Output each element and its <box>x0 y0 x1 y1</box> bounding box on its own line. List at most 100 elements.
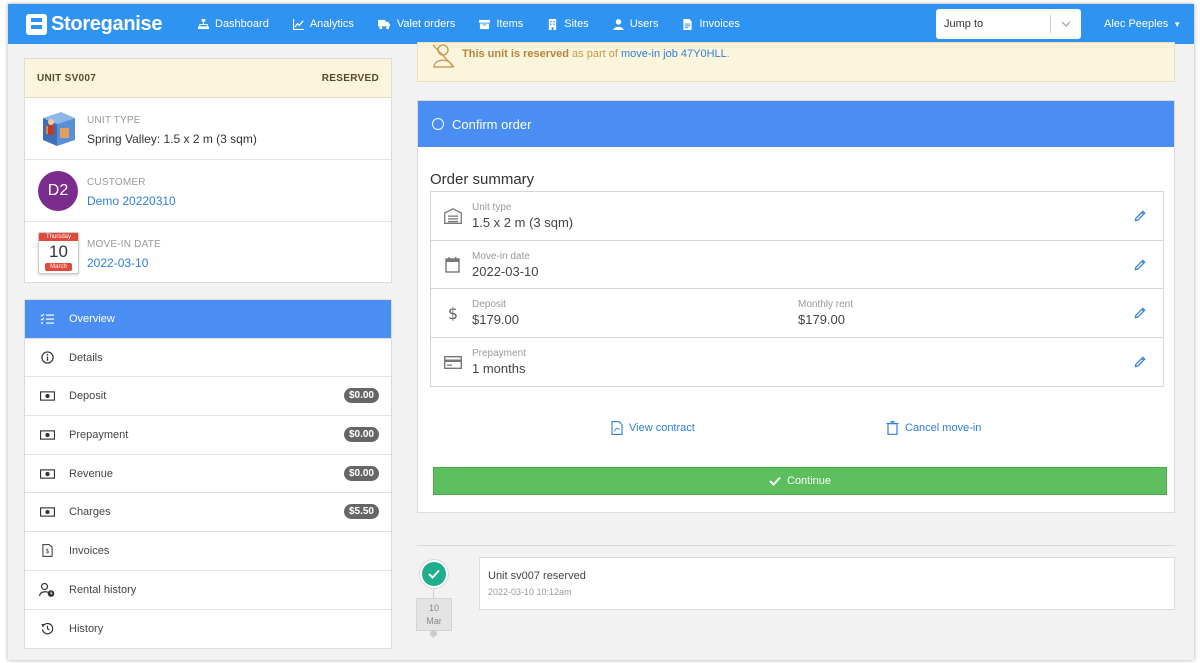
menu-item-overview[interactable]: Overview <box>25 300 391 339</box>
cancel-movein-link[interactable]: Cancel move-in <box>886 421 981 435</box>
summary-label: Deposit <box>472 299 506 310</box>
jump-to-select[interactable]: Jump to <box>936 9 1081 39</box>
notice-bold: This unit is reserved <box>462 48 569 60</box>
timeline-end-dot <box>430 630 437 637</box>
notice-end: . <box>726 48 730 60</box>
menu-item-label: Prepayment <box>69 428 129 441</box>
menu-item-label: Rental history <box>69 583 137 596</box>
nav-item-sites[interactable]: Sites <box>547 4 589 44</box>
continue-button[interactable]: Continue <box>433 467 1167 495</box>
nav-menu: Dashboard Analytics Valet orders Items S… <box>198 4 764 44</box>
timeline-date-month: Mar <box>426 616 442 626</box>
timeline-divider <box>417 545 1175 546</box>
confirm-order-header[interactable]: Confirm order <box>418 101 1174 147</box>
nav-item-label: Items <box>496 18 524 30</box>
menu-item-label: Details <box>69 351 103 364</box>
movein-job-link[interactable]: move-in job 47Y0HLL <box>621 48 727 60</box>
customer-row: D2 CUSTOMER Demo 20220310 <box>25 160 391 222</box>
dollar-icon: $ <box>448 305 458 321</box>
nav-item-dashboard[interactable]: Dashboard <box>198 4 269 44</box>
calendar-month: March <box>45 263 72 271</box>
app-frame: Storeganise Dashboard Analytics Valet or… <box>8 4 1194 660</box>
amount-badge: $0.00 <box>343 465 379 481</box>
summary-value: 2022-03-10 <box>472 263 539 279</box>
timeline-date-day: 10 <box>428 603 439 613</box>
nav-item-label: Users <box>629 18 659 30</box>
nav-item-label: Dashboard <box>215 18 269 30</box>
user-name: Alec Peeples <box>1104 18 1169 30</box>
summary-row-unit-type: Unit type 1.5 x 2 m (3 sqm) <box>431 192 1163 241</box>
nav-item-users[interactable]: Users <box>613 4 659 44</box>
menu-item-label: Overview <box>69 312 115 325</box>
nav-item-valet-orders[interactable]: Valet orders <box>377 4 455 44</box>
summary-row-deposit: $ Deposit $179.00 Monthly rent $179.00 <box>431 289 1163 338</box>
sitemap-icon <box>198 18 209 29</box>
menu-item-label: Invoices <box>69 544 110 557</box>
svg-text:$: $ <box>45 548 49 556</box>
info-circle-icon <box>39 351 55 365</box>
notice-middle: as part of <box>568 48 621 60</box>
nav-item-items[interactable]: Items <box>479 4 523 44</box>
user-menu[interactable]: Alec Peeples ▼ <box>1104 4 1181 44</box>
select-separator <box>1050 15 1051 33</box>
movein-date-link[interactable]: 2022-03-10 <box>87 256 148 270</box>
unit-type-row: UNIT TYPE Spring Valley: 1.5 x 2 m (3 sq… <box>25 98 391 160</box>
calendar-weekday: Thursday <box>39 233 78 241</box>
nav-item-label: Sites <box>564 18 589 30</box>
timeline-check-icon <box>420 560 448 588</box>
nav-item-invoices[interactable]: Invoices <box>682 4 740 44</box>
caret-down-icon: ▼ <box>1173 19 1182 29</box>
menu-item-prepayment[interactable]: Prepayment $0.00 <box>25 416 391 455</box>
chevron-down-icon <box>1061 21 1071 27</box>
user-slash-icon <box>432 44 455 68</box>
menu-item-history[interactable]: History <box>25 610 391 649</box>
summary-value: 1.5 x 2 m (3 sqm) <box>472 215 574 230</box>
reservation-notice: This unit is reserved as part of move-in… <box>417 42 1175 82</box>
pencil-icon[interactable] <box>1134 306 1147 319</box>
calendar-day: 10 <box>49 242 68 261</box>
calendar-icon: Thursday 10 March <box>38 232 79 274</box>
summary-row-movein-date: Move-in date 2022-03-10 <box>431 241 1163 289</box>
unit-type-label: UNIT TYPE <box>87 115 141 126</box>
nav-item-label: Analytics <box>309 18 354 30</box>
calendar-icon <box>445 256 460 273</box>
summary-label: Unit type <box>472 202 512 213</box>
menu-item-charges[interactable]: Charges $5.50 <box>25 493 391 533</box>
notice-text: This unit is reserved as part of move-in… <box>462 48 730 60</box>
brand-logo[interactable]: Storeganise <box>26 12 162 36</box>
pencil-icon[interactable] <box>1134 258 1147 271</box>
timeline-date: 10 Mar <box>416 598 452 631</box>
customer-link[interactable]: Demo 20220310 <box>87 194 176 208</box>
menu-item-details[interactable]: Details <box>25 339 391 378</box>
timeline-event-card: Unit sv007 reserved 2022-03-10 10:12am <box>479 557 1175 610</box>
unit-header: UNIT SV007 RESERVED <box>25 59 391 98</box>
svg-text:$: $ <box>448 305 458 321</box>
menu-item-rental-history[interactable]: Rental history <box>25 571 391 610</box>
check-icon <box>769 476 781 486</box>
money-bill-icon <box>39 467 55 481</box>
amount-badge: $0.00 <box>343 388 379 404</box>
pencil-icon[interactable] <box>1134 209 1147 222</box>
confirm-order-label: Confirm order <box>452 116 532 132</box>
timeline-event-time: 2022-03-10 10:12am <box>488 587 572 597</box>
timeline-event-title: Unit sv007 reserved <box>488 570 586 582</box>
nav-item-label: Invoices <box>699 18 740 30</box>
pencil-icon[interactable] <box>1134 355 1147 368</box>
avatar: D2 <box>38 171 78 211</box>
continue-label: Continue <box>786 475 832 487</box>
summary-value-monthly-rent: $179.00 <box>798 312 845 327</box>
menu-item-deposit[interactable]: Deposit $0.00 <box>25 377 391 417</box>
menu-item-revenue[interactable]: Revenue $0.00 <box>25 455 391 494</box>
menu-item-invoices[interactable]: $ Invoices <box>25 532 391 571</box>
nav-item-analytics[interactable]: Analytics <box>292 4 354 44</box>
brand-name: Storeganise <box>51 12 163 35</box>
truck-icon <box>377 19 390 29</box>
jump-to-placeholder: Jump to <box>944 18 984 30</box>
chart-line-icon <box>292 18 304 30</box>
menu-item-label: Deposit <box>69 390 107 403</box>
view-contract-link[interactable]: View contract <box>611 421 695 435</box>
money-bill-icon <box>39 428 55 442</box>
movein-row: Thursday 10 March MOVE-IN DATE 2022-03-1… <box>25 222 391 284</box>
warehouse-icon <box>444 208 462 224</box>
menu-item-label: Revenue <box>69 467 114 480</box>
